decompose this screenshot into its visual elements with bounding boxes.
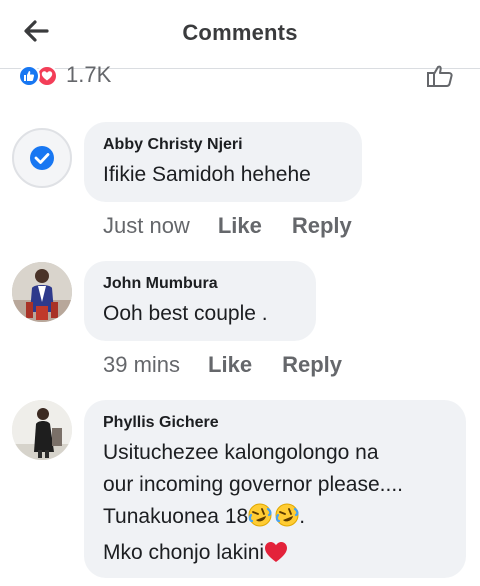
comment-bubble[interactable]: Phyllis Gichere Usituchezee kalongolongo… [84,400,466,578]
comment-bubble[interactable]: John Mumbura Ooh best couple . [84,261,316,341]
comment-line-text: . [299,505,306,528]
comment-line-text: Tunakuonea 18 [103,505,249,528]
rolling-laughing-emoji [275,503,299,537]
reply-button[interactable]: Reply [292,213,352,239]
person-photo-icon [12,400,72,460]
comment-author[interactable]: Phyllis Gichere [103,413,450,433]
like-reaction-icon [18,65,40,87]
avatar[interactable] [12,262,72,322]
avatar[interactable] [12,400,72,460]
like-button[interactable]: Like [208,352,252,378]
person-photo-icon [12,262,72,322]
comment-author[interactable]: Abby Christy Njeri [103,135,346,155]
rolling-laughing-emoji [248,503,272,537]
comment-text: Ooh best couple . [103,302,268,325]
comment-time[interactable]: 39 mins [103,352,180,378]
comment-actions: Just now Like Reply [103,213,352,239]
top-bar: Comments [0,0,480,69]
reaction-icons [18,65,68,87]
reaction-count: 1.7K [66,62,112,87]
comment-line-text: Mko chonjo lakini [103,541,265,564]
verified-badge-icon [30,146,54,170]
like-button[interactable]: Like [218,213,262,239]
red-heart-emoji [264,541,288,573]
reply-button[interactable]: Reply [282,352,342,378]
comment-bubble[interactable]: Abby Christy Njeri Ifikie Samidoh hehehe [84,122,362,202]
comment-author[interactable]: John Mumbura [103,274,300,294]
reaction-summary[interactable]: 1.7K [0,62,480,90]
page-title: Comments [182,20,298,45]
avatar[interactable] [12,128,72,188]
comment-text: Usituchezee kalongolongo na our incoming… [103,437,450,573]
comment-line: Tunakuonea 18. [103,501,450,537]
thumbs-up-outline-icon [427,65,453,87]
comment-actions: 39 mins Like Reply [103,352,342,378]
comment-line: Usituchezee kalongolongo na [103,441,379,464]
comment-text: Ifikie Samidoh hehehe [103,163,311,186]
comment-line: our incoming governor please.... [103,473,403,496]
comment-line: Mko chonjo lakini [103,537,450,573]
like-page-button[interactable] [426,64,454,88]
comment-time[interactable]: Just now [103,213,190,239]
